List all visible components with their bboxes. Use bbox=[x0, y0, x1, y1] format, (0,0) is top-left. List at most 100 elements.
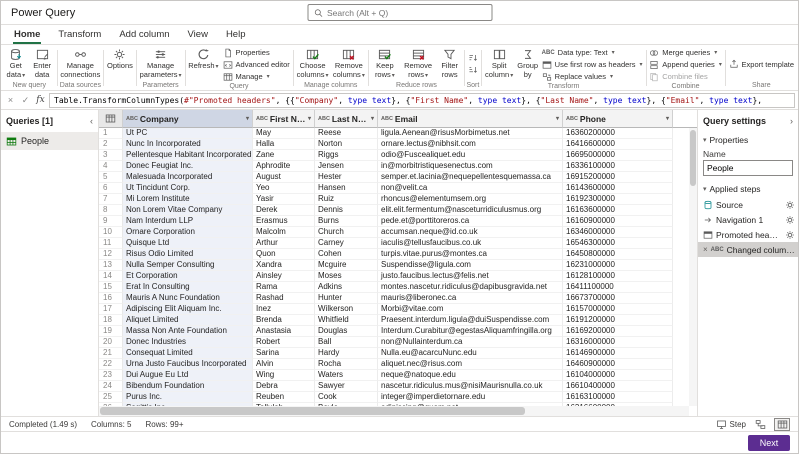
ribbon-button-manage[interactable]: Manage ▾ bbox=[221, 71, 292, 82]
cell[interactable]: 16695000000 bbox=[563, 150, 673, 161]
cell[interactable]: ornare.lectus@nibhsit.com bbox=[378, 139, 563, 150]
horizontal-scrollbar[interactable] bbox=[99, 406, 689, 416]
ribbon-button-filter-rows[interactable]: Filter rows bbox=[436, 46, 463, 79]
cell[interactable]: Xandra bbox=[253, 260, 315, 271]
cell[interactable]: Cook bbox=[315, 392, 378, 403]
ribbon-button-advanced-editor[interactable]: Advanced editor bbox=[221, 59, 292, 70]
cell[interactable]: 16157000000 bbox=[563, 304, 673, 315]
cell[interactable]: justo.faucibus.lectus@felis.net bbox=[378, 271, 563, 282]
ribbon-button-choose-columns[interactable]: Choose columns▾ bbox=[294, 46, 330, 80]
ribbon-button-keep-rows[interactable]: Keep rows▾ bbox=[370, 46, 400, 80]
cell[interactable]: 16169200000 bbox=[563, 326, 673, 337]
cell[interactable]: August bbox=[253, 172, 315, 183]
cell[interactable]: Mi Lorem Institute bbox=[123, 194, 253, 205]
ribbon-button-append-queries[interactable]: Append queries ▾ bbox=[647, 59, 724, 70]
ribbon-button-merge-queries[interactable]: Merge queries ▾ bbox=[647, 47, 724, 58]
cell[interactable]: Massa Non Ante Foundation bbox=[123, 326, 253, 337]
row-number[interactable]: 3 bbox=[99, 150, 123, 161]
row-number[interactable]: 17 bbox=[99, 304, 123, 315]
cell[interactable]: Ball bbox=[315, 337, 378, 348]
data-view-button[interactable] bbox=[774, 417, 790, 431]
row-number[interactable]: 19 bbox=[99, 326, 123, 337]
row-number[interactable]: 1 bbox=[99, 128, 123, 139]
tab-home[interactable]: Home bbox=[5, 25, 49, 44]
confirm-formula-icon[interactable]: ✓ bbox=[19, 95, 32, 106]
ribbon-button-data-type-text[interactable]: ABC Data type: Text ▾ bbox=[540, 47, 645, 58]
grid-corner-cell[interactable] bbox=[99, 110, 123, 128]
cell[interactable]: 16104000000 bbox=[563, 370, 673, 381]
search-input[interactable] bbox=[327, 7, 486, 18]
column-type-icon[interactable]: ABC bbox=[318, 116, 330, 122]
vertical-scrollbar-thumb[interactable] bbox=[690, 130, 696, 186]
tab-view[interactable]: View bbox=[179, 25, 217, 44]
cell[interactable]: 16191200000 bbox=[563, 315, 673, 326]
cell[interactable]: Ut PC bbox=[123, 128, 253, 139]
cell[interactable]: Jensen bbox=[315, 161, 378, 172]
cell[interactable]: Pellentesque Habitant Incorporated bbox=[123, 150, 253, 161]
cell[interactable]: 16416600000 bbox=[563, 139, 673, 150]
cell[interactable]: 16163600000 bbox=[563, 205, 673, 216]
ribbon-button-options[interactable]: Options bbox=[105, 46, 135, 71]
cell[interactable]: Hardy bbox=[315, 348, 378, 359]
cell[interactable]: Sawyer bbox=[315, 381, 378, 392]
cell[interactable]: Nam Interdum LLP bbox=[123, 216, 253, 227]
cell[interactable]: 16163100000 bbox=[563, 392, 673, 403]
cell[interactable]: Burns bbox=[315, 216, 378, 227]
filter-icon[interactable]: ▾ bbox=[308, 115, 311, 122]
cell[interactable]: 16915200000 bbox=[563, 172, 673, 183]
ribbon-button-sort-za[interactable] bbox=[466, 65, 480, 76]
filter-icon[interactable]: ▾ bbox=[666, 115, 669, 122]
cell[interactable]: non@Nullainterdum.ca bbox=[378, 337, 563, 348]
cell[interactable]: Hansen bbox=[315, 183, 378, 194]
step-view-button[interactable]: Step bbox=[716, 419, 746, 430]
cell[interactable]: Urna Justo Faucibus Incorporated bbox=[123, 359, 253, 370]
cell[interactable]: Brenda bbox=[253, 315, 315, 326]
ribbon-button-use-first-row-as-headers[interactable]: Use first row as headers ▾ bbox=[540, 59, 645, 70]
row-number[interactable]: 15 bbox=[99, 282, 123, 293]
ribbon-button-sort-az[interactable] bbox=[466, 53, 480, 64]
cell[interactable]: Inez bbox=[253, 304, 315, 315]
row-number[interactable]: 7 bbox=[99, 194, 123, 205]
cell[interactable]: Quisque Ltd bbox=[123, 238, 253, 249]
row-number[interactable]: 6 bbox=[99, 183, 123, 194]
cell[interactable]: Purus Inc. bbox=[123, 392, 253, 403]
cell[interactable]: semper.et.lacinia@nequepellentesquemassa… bbox=[378, 172, 563, 183]
row-number[interactable]: 8 bbox=[99, 205, 123, 216]
column-header-email[interactable]: ABC Email ▾ bbox=[378, 110, 563, 128]
cell[interactable]: pede.et@porttitoreros.ca bbox=[378, 216, 563, 227]
row-number[interactable]: 11 bbox=[99, 238, 123, 249]
cell[interactable]: Derek bbox=[253, 205, 315, 216]
query-name-input[interactable] bbox=[703, 160, 793, 176]
row-number[interactable]: 22 bbox=[99, 359, 123, 370]
cell[interactable]: Whitfield bbox=[315, 315, 378, 326]
cell[interactable]: Ruiz bbox=[315, 194, 378, 205]
row-number[interactable]: 24 bbox=[99, 381, 123, 392]
cell[interactable]: Nulla Semper Consulting bbox=[123, 260, 253, 271]
column-type-icon[interactable]: ABC bbox=[381, 116, 393, 122]
cell[interactable]: Ornare Corporation bbox=[123, 227, 253, 238]
properties-section-header[interactable]: ▾ Properties bbox=[698, 132, 798, 146]
cell[interactable]: Nulla.eu@acarcuNunc.edu bbox=[378, 348, 563, 359]
ribbon-button-split-column[interactable]: Split column▾ bbox=[483, 46, 516, 80]
cell[interactable]: iaculis@tellusfaucibus.co.uk bbox=[378, 238, 563, 249]
cell[interactable]: Consequat Limited bbox=[123, 348, 253, 359]
cell[interactable]: Donec Industries bbox=[123, 337, 253, 348]
ribbon-button-combine-files[interactable]: Combine files bbox=[647, 71, 724, 82]
cell[interactable]: montes.nascetur.ridiculus@dapibusgravida… bbox=[378, 282, 563, 293]
cell[interactable]: Halla bbox=[253, 139, 315, 150]
applied-step-promoted-headers[interactable]: Promoted headers bbox=[698, 227, 798, 242]
collapse-queries-icon[interactable]: ‹ bbox=[90, 116, 93, 126]
tab-add-column[interactable]: Add column bbox=[110, 25, 178, 44]
row-number[interactable]: 23 bbox=[99, 370, 123, 381]
row-number[interactable]: 2 bbox=[99, 139, 123, 150]
cell[interactable]: Wilkerson bbox=[315, 304, 378, 315]
diagram-view-button[interactable] bbox=[752, 418, 768, 431]
step-settings-gear[interactable] bbox=[785, 200, 795, 210]
cell[interactable]: non@velit.ca bbox=[378, 183, 563, 194]
row-number[interactable]: 25 bbox=[99, 392, 123, 403]
ribbon-button-enter-data[interactable]: Enter data bbox=[29, 46, 56, 79]
cell[interactable]: Erat In Consulting bbox=[123, 282, 253, 293]
ribbon-button-properties[interactable]: Properties bbox=[221, 47, 292, 58]
cell[interactable]: Dennis bbox=[315, 205, 378, 216]
ribbon-button-manage-parameters[interactable]: Manage parameters▾ bbox=[138, 46, 184, 80]
